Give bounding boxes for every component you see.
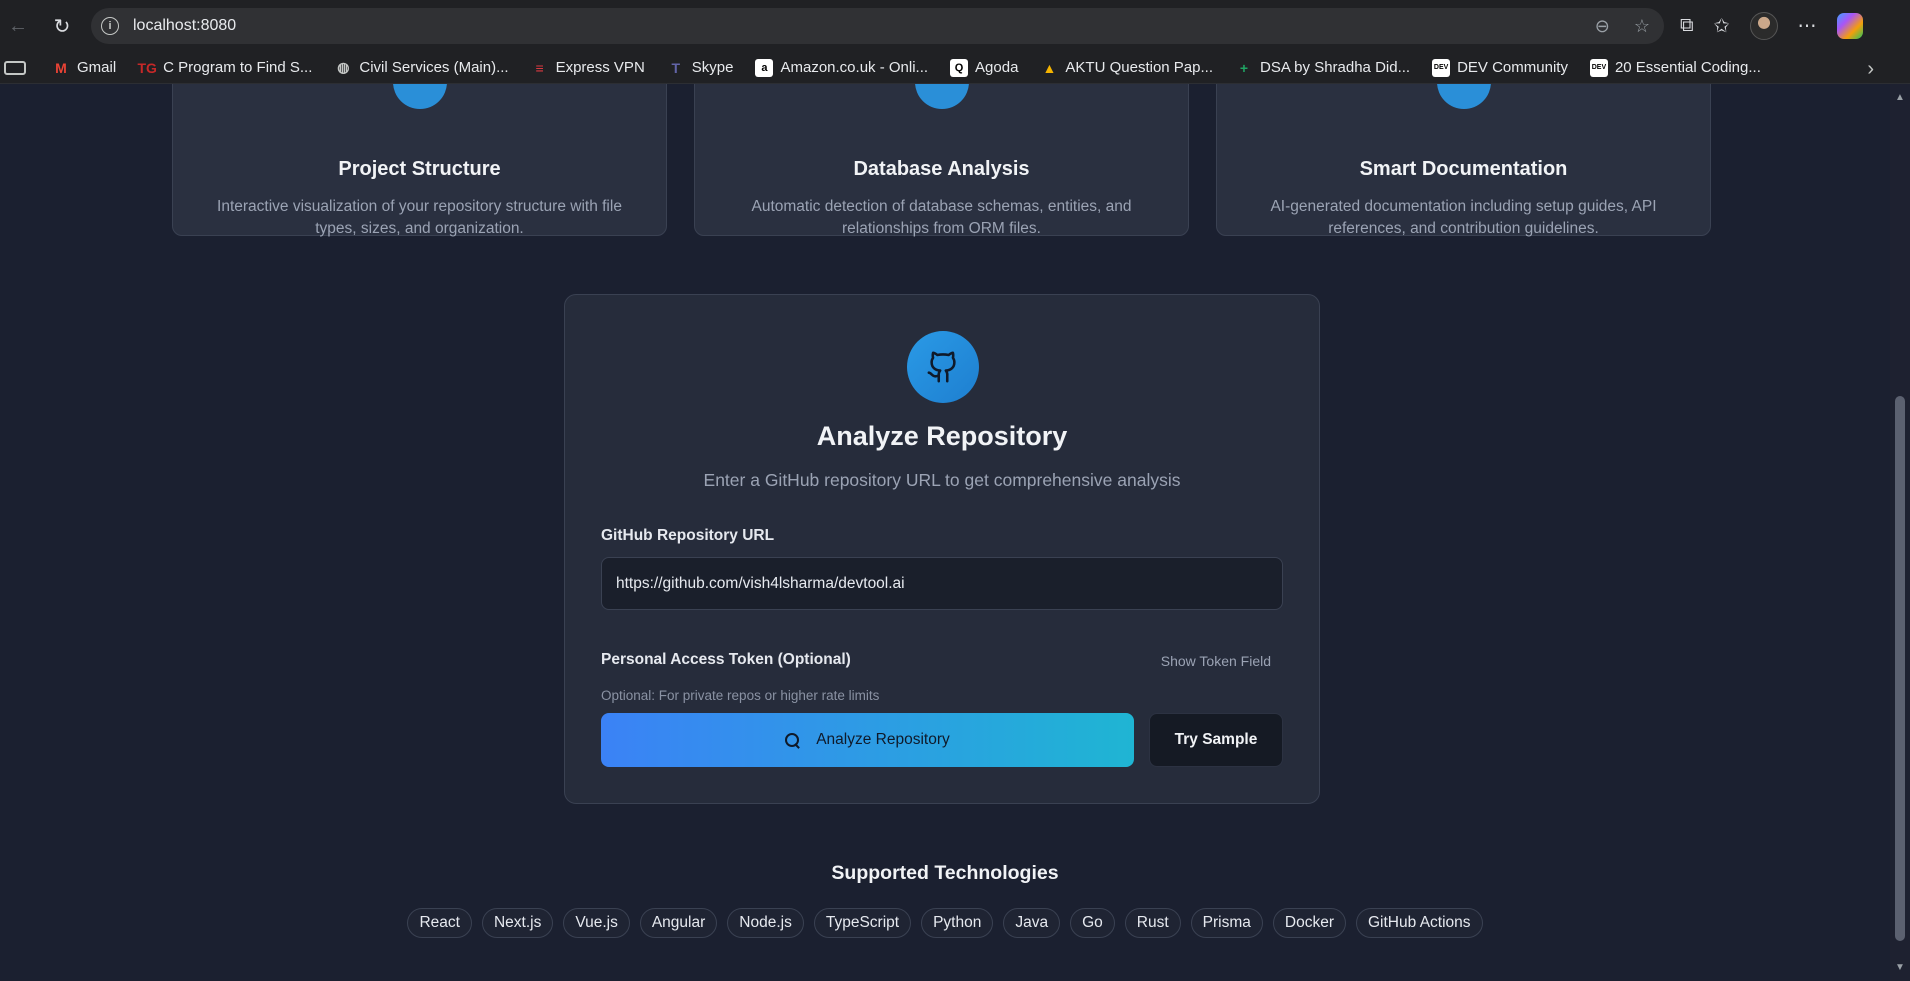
- technology-badge: Next.js: [481, 908, 554, 938]
- show-token-field-button[interactable]: Show Token Field: [1161, 653, 1271, 669]
- feature-title: Database Analysis: [853, 158, 1030, 180]
- site-info-icon[interactable]: i: [101, 17, 119, 35]
- copilot-icon[interactable]: [1836, 13, 1863, 39]
- try-sample-button[interactable]: Try Sample: [1149, 713, 1283, 767]
- chevron-right-icon[interactable]: ›: [1867, 58, 1874, 81]
- reload-icon[interactable]: ↻: [46, 10, 78, 42]
- favorites-icon[interactable]: ✩: [1714, 15, 1730, 38]
- scroll-thumb[interactable]: [1895, 396, 1905, 941]
- page-scrollbar[interactable]: ▲ ▼: [1890, 84, 1910, 981]
- profile-avatar[interactable]: [1749, 12, 1778, 40]
- url-text[interactable]: localhost:8080: [133, 17, 236, 35]
- bookmark-item[interactable]: DEV DEV Community: [1432, 58, 1568, 77]
- technology-badge: Docker: [1272, 908, 1346, 938]
- back-arrow-icon[interactable]: ←: [2, 10, 34, 42]
- sheets-icon: +: [1239, 59, 1249, 76]
- analyze-repository-button[interactable]: Analyze Repository: [601, 713, 1134, 767]
- browser-toolbar: ← ↻ i localhost:8080 ⊖ ☆ ⧉ ✩ ⋯: [0, 0, 1910, 52]
- feature-description: AI-generated documentation including set…: [1270, 198, 1657, 237]
- technology-badge: TypeScript: [813, 908, 912, 938]
- card-title: Analyze Repository: [816, 421, 1068, 451]
- feature-card-database-analysis: Database Analysis Automatic detection of…: [694, 84, 1189, 237]
- feature-icon: [914, 84, 969, 109]
- sidebar-toggle-icon[interactable]: [4, 60, 26, 75]
- bookmark-item[interactable]: ▲ AKTU Question Pap...: [1040, 59, 1213, 77]
- feature-description: Interactive visualization of your reposi…: [217, 198, 622, 237]
- tg-icon: TG: [137, 59, 157, 76]
- bookmark-label: Amazon.co.uk - Onli...: [780, 59, 929, 76]
- amazon-icon: a: [755, 58, 774, 77]
- globe-icon: ◍: [337, 59, 350, 75]
- supported-technologies-title: Supported Technologies: [831, 862, 1059, 884]
- dev-icon: DEV: [1432, 58, 1451, 77]
- token-label: Personal Access Token (Optional): [601, 651, 851, 668]
- bookmark-item[interactable]: M Gmail: [52, 59, 116, 77]
- bookmark-item[interactable]: DEV 20 Essential Coding...: [1589, 58, 1761, 77]
- technology-badge: Node.js: [727, 908, 804, 938]
- bookmark-item[interactable]: a Amazon.co.uk - Onli...: [755, 58, 929, 77]
- technology-badge: React: [407, 908, 472, 938]
- feature-card-project-structure: Project Structure Interactive visualizat…: [172, 84, 667, 237]
- bookmark-item[interactable]: TG C Program to Find S...: [137, 59, 313, 77]
- page-content: Project Structure Interactive visualizat…: [0, 84, 1890, 981]
- technology-badge: Prisma: [1190, 908, 1263, 938]
- bookmark-label: AKTU Question Pap...: [1065, 59, 1213, 76]
- technology-badge: Angular: [639, 908, 718, 938]
- analyze-repository-card: Analyze Repository Enter a GitHub reposi…: [564, 294, 1320, 804]
- technology-badge: Go: [1070, 908, 1115, 938]
- bookmark-label: DEV Community: [1457, 59, 1568, 76]
- feature-title: Project Structure: [338, 158, 501, 180]
- technology-badge: Java: [1003, 908, 1061, 938]
- bookmark-label: DSA by Shradha Did...: [1260, 59, 1411, 76]
- bookmark-label: Agoda: [975, 59, 1019, 76]
- technology-list: React Next.js Vue.js Angular Node.js TypeScri…: [0, 908, 1890, 938]
- repo-url-label: GitHub Repository URL: [601, 527, 775, 544]
- zoom-icon[interactable]: ⊖: [1595, 16, 1610, 37]
- bookmark-label: C Program to Find S...: [163, 59, 313, 76]
- feature-icon: [392, 84, 447, 109]
- feature-card-smart-documentation: Smart Documentation AI-generated documen…: [1216, 84, 1711, 237]
- extensions-icon[interactable]: ⧉: [1680, 15, 1694, 37]
- bookmark-item[interactable]: ◍ Civil Services (Main)...: [334, 59, 508, 77]
- feature-icon: [1436, 84, 1491, 109]
- token-hint: Optional: For private repos or higher ra…: [601, 688, 880, 703]
- github-icon: [907, 331, 979, 403]
- aktu-icon: ▲: [1042, 59, 1057, 76]
- bookmark-item[interactable]: ≡ Express VPN: [531, 59, 645, 77]
- agoda-icon: Q: [950, 58, 969, 77]
- address-bar[interactable]: i localhost:8080 ⊖ ☆: [91, 8, 1664, 44]
- favorite-star-icon[interactable]: ☆: [1634, 16, 1650, 37]
- repo-url-input[interactable]: [601, 557, 1283, 610]
- technology-badge: Vue.js: [563, 908, 630, 938]
- bookmark-label: Skype: [691, 59, 734, 76]
- more-menu-icon[interactable]: ⋯: [1798, 15, 1817, 38]
- feature-description: Automatic detection of database schemas,…: [751, 198, 1132, 237]
- bookmark-item[interactable]: T Skype: [667, 59, 734, 77]
- teams-icon: T: [671, 59, 681, 76]
- bookmark-label: Gmail: [77, 59, 117, 76]
- bookmarks-bar: M Gmail TG C Program to Find S... ◍ Civil Ser…: [0, 52, 1910, 84]
- search-icon: [785, 732, 800, 748]
- bookmark-label: Express VPN: [555, 59, 645, 76]
- scroll-down-arrow-icon[interactable]: ▼: [1895, 962, 1905, 973]
- bookmark-label: Civil Services (Main)...: [359, 59, 509, 76]
- technology-badge: Python: [921, 908, 994, 938]
- card-subtitle: Enter a GitHub repository URL to get com…: [703, 470, 1181, 490]
- scroll-up-arrow-icon[interactable]: ▲: [1895, 92, 1905, 103]
- feature-title: Smart Documentation: [1359, 158, 1568, 180]
- gmail-icon: M: [55, 59, 67, 76]
- technology-badge: Rust: [1124, 908, 1181, 938]
- dev-icon: DEV: [1589, 58, 1608, 77]
- technology-badge: GitHub Actions: [1356, 908, 1483, 938]
- bookmark-label: 20 Essential Coding...: [1614, 59, 1761, 76]
- bookmark-item[interactable]: + DSA by Shradha Did...: [1235, 59, 1410, 77]
- bookmark-item[interactable]: Q Agoda: [950, 58, 1019, 77]
- analyze-button-label: Analyze Repository: [816, 731, 950, 748]
- expressvpn-icon: ≡: [535, 59, 544, 76]
